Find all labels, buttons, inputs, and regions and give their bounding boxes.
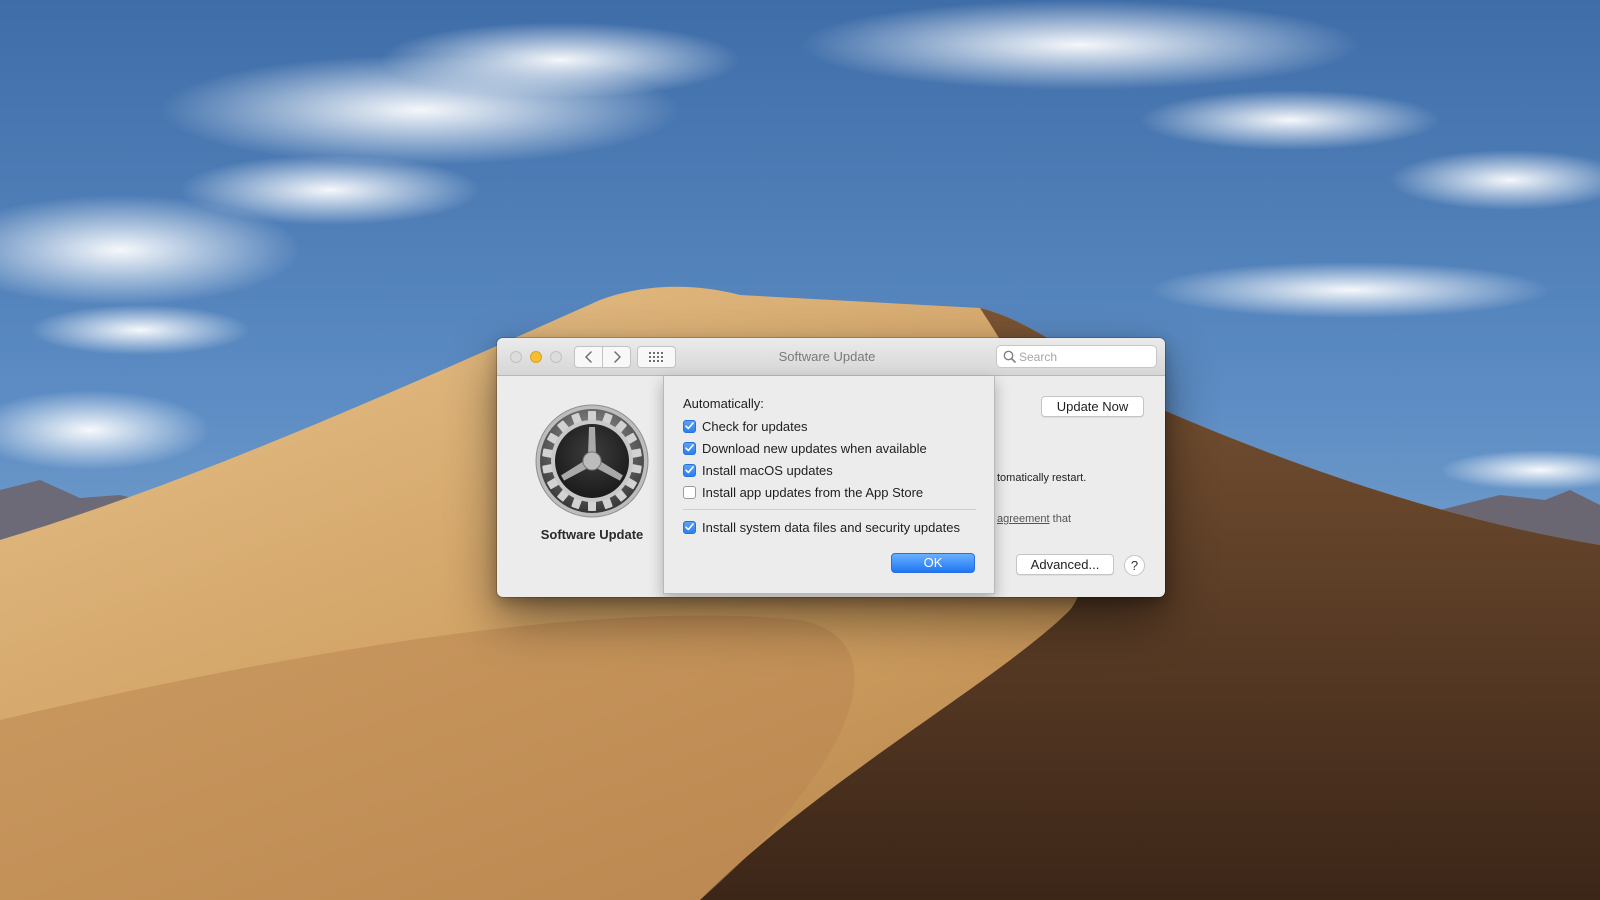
option-label: Install macOS updates xyxy=(702,462,833,478)
update-now-button[interactable]: Update Now xyxy=(1041,396,1144,417)
option-download-updates[interactable]: Download new updates when available xyxy=(683,440,927,456)
automatic-updates-sheet: Automatically: Check for updates Downloa… xyxy=(663,376,995,594)
search-field[interactable] xyxy=(996,345,1157,368)
checkmark-icon xyxy=(685,466,694,474)
checkbox[interactable] xyxy=(683,441,696,455)
option-label: Check for updates xyxy=(702,418,808,434)
back-button[interactable] xyxy=(575,347,602,367)
gear-icon xyxy=(535,404,649,518)
checkbox[interactable] xyxy=(683,419,696,433)
option-install-macos-updates[interactable]: Install macOS updates xyxy=(683,462,833,478)
ok-button[interactable]: OK xyxy=(891,553,975,573)
advanced-button[interactable]: Advanced... xyxy=(1016,554,1114,575)
grid-icon xyxy=(648,352,663,362)
show-all-button[interactable] xyxy=(637,346,676,368)
forward-button[interactable] xyxy=(602,347,630,367)
chevron-left-icon xyxy=(584,351,592,363)
software-update-window: Software Update Search Software Update U… xyxy=(497,338,1165,597)
zoom-window-button[interactable] xyxy=(550,351,562,363)
chevron-right-icon xyxy=(613,351,621,363)
checkbox[interactable] xyxy=(683,485,696,499)
window-title: Software Update xyxy=(778,349,876,364)
option-install-security-updates[interactable]: Install system data files and security u… xyxy=(683,519,960,535)
checkmark-icon xyxy=(685,523,694,531)
desktop: Software Update Search Software Update U… xyxy=(0,0,1600,900)
option-label: Download new updates when available xyxy=(702,440,927,456)
checkbox[interactable] xyxy=(683,463,696,477)
agreement-suffix-text: that xyxy=(1049,513,1071,525)
magnifier-icon xyxy=(1003,350,1016,363)
license-agreement-text: agreement that xyxy=(997,513,1071,525)
option-label: Install app updates from the App Store xyxy=(702,484,924,500)
close-window-button[interactable] xyxy=(510,351,522,363)
search-input[interactable] xyxy=(1019,348,1151,365)
titlebar: Software Update xyxy=(497,338,1165,376)
help-button[interactable]: ? xyxy=(1124,555,1145,576)
checkmark-icon xyxy=(685,422,694,430)
sheet-divider xyxy=(683,509,976,510)
option-install-app-updates[interactable]: Install app updates from the App Store xyxy=(683,484,923,500)
restart-info-text: tomatically restart. xyxy=(997,472,1087,484)
sheet-heading: Automatically: xyxy=(683,396,764,411)
checkbox[interactable] xyxy=(683,520,696,534)
checkmark-icon xyxy=(685,444,694,452)
option-label: Install system data files and security u… xyxy=(702,519,960,535)
option-check-for-updates[interactable]: Check for updates xyxy=(683,418,808,434)
pane-name-label: Software Update xyxy=(540,527,644,542)
minimize-window-button[interactable] xyxy=(530,351,542,363)
license-agreement-link[interactable]: agreement xyxy=(997,513,1050,525)
navigation-buttons xyxy=(574,346,631,368)
